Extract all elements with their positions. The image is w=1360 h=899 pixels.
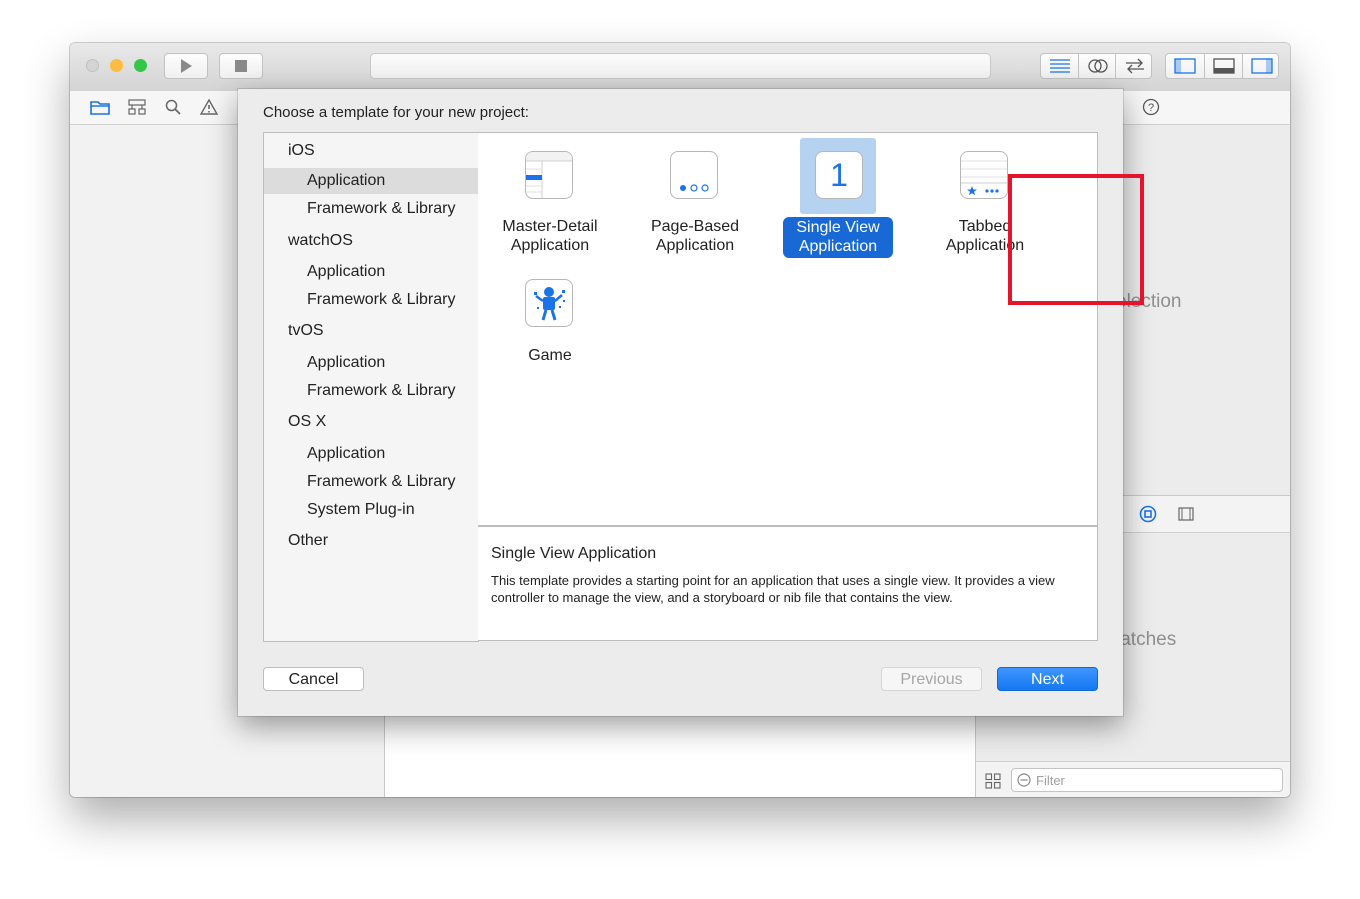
activity-viewer [370,53,991,79]
run-button[interactable] [164,53,208,79]
version-editor-button[interactable] [1115,54,1153,78]
template-page-based[interactable]: Page-Based Application [630,133,760,263]
toggle-utilities-button[interactable] [1242,54,1280,78]
template-game[interactable]: Game [485,261,615,371]
find-navigator-tab[interactable] [163,97,183,117]
sidebar-item-osx-application[interactable]: Application [264,441,478,467]
play-icon [181,59,192,73]
selection-highlight-box [1008,174,1144,305]
template-label-line2: Application [798,238,878,255]
minimize-window-button[interactable] [110,59,123,72]
new-project-template-sheet: Choose a template for your new project: … [238,89,1144,716]
zoom-window-button[interactable] [134,59,147,72]
template-grid: Master-Detail Application Page-Based Appli… [478,132,1144,526]
sidebar-item-osx-system-plugin[interactable]: System Plug-in [264,497,478,523]
stop-icon [235,60,247,72]
sidebar-item-ios-framework-library[interactable]: Framework & Library [264,196,478,222]
cancel-button[interactable]: Cancel [263,667,364,691]
description-title: Single View Application [491,545,657,562]
stop-button[interactable] [219,53,263,79]
assistant-editor-button[interactable] [1078,54,1116,78]
platform-category-list: iOS Application Framework & Library watc… [263,132,479,642]
page-based-icon [670,151,718,199]
template-label-line2: Application [655,237,735,254]
sidebar-category-ios[interactable]: iOS [264,138,478,164]
previous-button[interactable]: Previous [881,667,982,691]
sidebar-item-tvos-application[interactable]: Application [264,350,478,376]
left-panel-icon [1174,58,1196,74]
search-icon [165,99,181,115]
sidebar-category-other[interactable]: Other [264,528,478,554]
library-filter-bar: Filter [976,761,1290,797]
lines-icon [1049,59,1070,73]
toggle-debug-area-button[interactable] [1204,54,1243,78]
template-label-line1: Tabbed [958,218,1012,235]
view-toggle-group [1165,53,1279,79]
folder-icon [90,101,110,115]
issue-navigator-tab[interactable] [199,97,219,117]
svg-text:?: ? [1148,102,1154,114]
project-navigator-tab[interactable] [90,97,110,117]
next-button[interactable]: Next [997,667,1098,691]
single-view-icon-digit: 1 [830,157,848,193]
sidebar-item-ios-application[interactable]: Application [264,168,478,194]
sidebar-item-watchos-application[interactable]: Application [264,259,478,285]
hierarchy-icon [128,99,146,115]
sidebar-item-watchos-framework-library[interactable]: Framework & Library [264,287,478,313]
description-text: This template provides a starting point … [491,573,1055,605]
symbol-navigator-tab[interactable] [127,97,147,117]
window-toolbar [70,43,1290,92]
swap-arrows-icon [1125,58,1144,74]
game-icon [525,279,573,327]
single-view-icon: 1 [815,151,863,199]
standard-editor-button[interactable] [1041,54,1078,78]
sidebar-category-watchos[interactable]: watchOS [264,228,478,254]
close-window-button[interactable] [86,59,99,72]
template-label-line1: Page-Based [650,218,740,235]
toggle-navigator-button[interactable] [1166,54,1204,78]
sidebar-category-tvos[interactable]: tvOS [264,318,478,344]
no-matches-text: latches [1116,629,1177,650]
sidebar-category-osx[interactable]: OS X [264,409,478,435]
template-label-line1: Master-Detail [502,218,598,235]
sidebar-item-osx-framework-library[interactable]: Framework & Library [264,469,478,495]
library-filter-field[interactable]: Filter [1011,768,1283,792]
object-library-icon[interactable] [1139,505,1157,523]
warning-icon [200,99,218,115]
sheet-title: Choose a template for your new project: [263,104,529,121]
template-label-line1: Single View [796,219,880,236]
venn-icon [1087,59,1108,73]
filter-icon [1017,773,1031,787]
editor-mode-group [1040,53,1152,79]
template-single-view[interactable]: 1 Single View Application [775,133,905,263]
master-detail-icon [525,151,573,199]
grid-view-icon[interactable] [985,773,1001,789]
template-label-line2: Application [510,237,590,254]
template-description-panel: Single View Application This template pr… [478,526,1098,641]
right-panel-icon [1250,58,1273,74]
help-icon: ? [1142,98,1160,116]
tabbed-icon [960,151,1008,199]
filter-placeholder: Filter [1036,773,1065,788]
template-label-line1: Game [528,347,572,364]
template-master-detail[interactable]: Master-Detail Application [485,133,615,263]
quick-help-tab[interactable]: ? [1141,97,1161,117]
sidebar-item-tvos-framework-library[interactable]: Framework & Library [264,378,478,404]
bottom-panel-icon [1213,58,1235,74]
media-library-icon[interactable] [1178,507,1194,521]
